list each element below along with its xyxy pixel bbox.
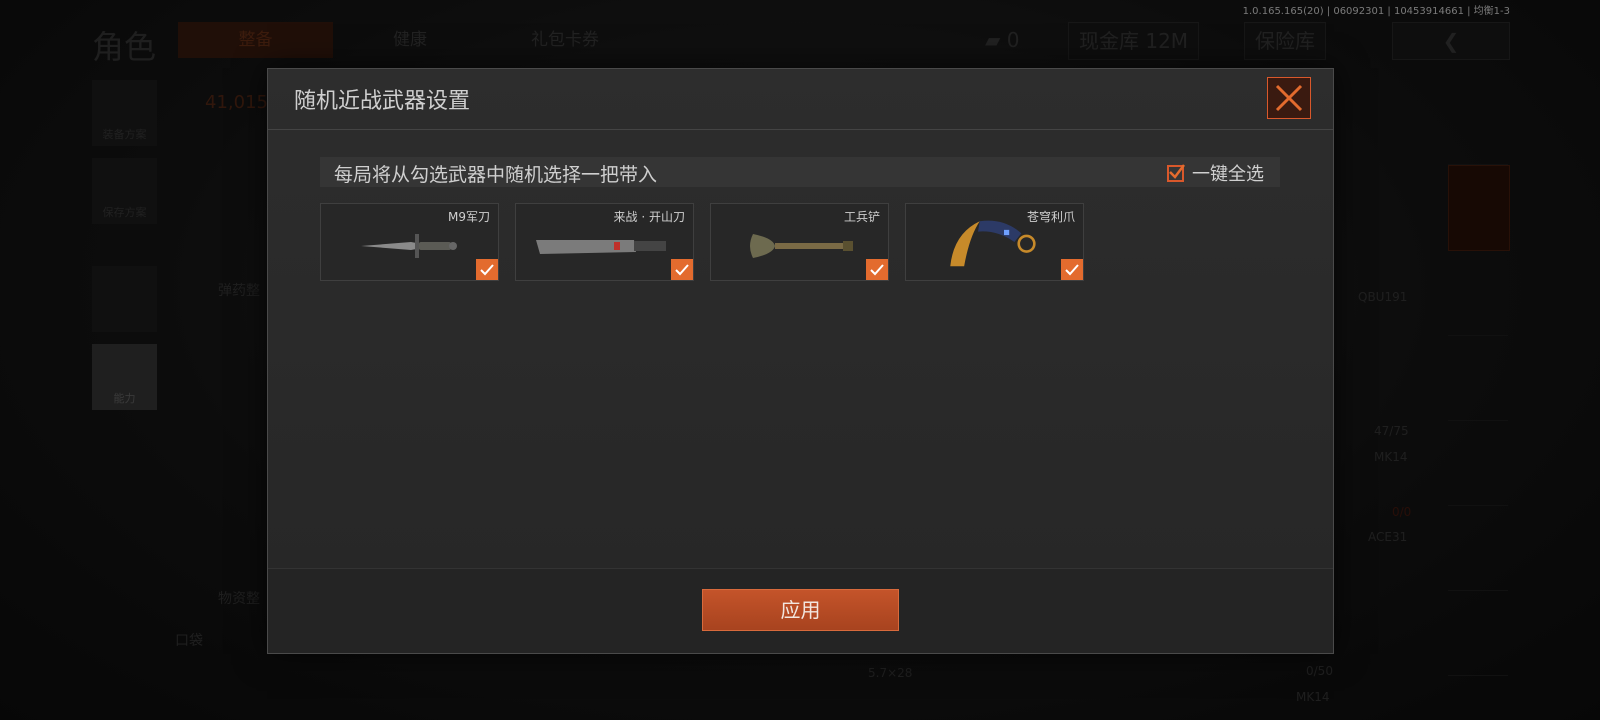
shovel-icon — [750, 234, 853, 258]
checkmark-icon — [1065, 263, 1079, 275]
close-button[interactable] — [1267, 77, 1311, 119]
weapon-checkbox[interactable] — [476, 259, 498, 280]
select-all-toggle[interactable]: 一键全选 — [1167, 160, 1264, 186]
info-bar: 每局将从勾选武器中随机选择一把带入 一键全选 — [320, 157, 1280, 187]
checkmark-icon — [480, 263, 494, 275]
select-all-checkbox[interactable] — [1167, 163, 1185, 182]
weapon-card-m9[interactable]: M9军刀 — [320, 203, 499, 281]
modal-title: 随机近战武器设置 — [294, 89, 471, 114]
weapon-name: M9军刀 — [448, 210, 490, 224]
apply-button[interactable]: 应用 — [702, 589, 899, 631]
select-all-label: 一键全选 — [1192, 164, 1264, 185]
weapon-checkbox[interactable] — [1061, 259, 1083, 280]
weapon-name: 来战 · 开山刀 — [613, 210, 685, 224]
weapon-checkbox[interactable] — [671, 259, 693, 280]
checkmark-icon — [870, 263, 884, 275]
weapon-card-machete[interactable]: 来战 · 开山刀 — [515, 203, 694, 281]
weapon-list: M9军刀 来战 · 开山刀 工兵铲 苍穹利爪 — [320, 203, 1084, 281]
m9-knife-icon — [361, 234, 457, 258]
info-text: 每局将从勾选武器中随机选择一把带入 — [334, 164, 658, 186]
close-icon — [1275, 84, 1303, 112]
weapon-card-karambit[interactable]: 苍穹利爪 — [905, 203, 1084, 281]
weapon-name: 工兵铲 — [843, 210, 880, 224]
melee-weapon-settings-dialog: 随机近战武器设置 每局将从勾选武器中随机选择一把带入 一键全选 M9军刀 来战 … — [267, 68, 1334, 654]
checkmark-icon — [675, 263, 689, 275]
modal-header: 随机近战武器设置 — [268, 69, 1333, 130]
weapon-card-shovel[interactable]: 工兵铲 — [710, 203, 889, 281]
checkmark-icon — [1169, 163, 1185, 179]
karambit-icon — [950, 220, 1036, 267]
weapon-checkbox[interactable] — [866, 259, 888, 280]
modal-footer: 应用 — [268, 568, 1333, 653]
machete-icon — [536, 240, 666, 254]
